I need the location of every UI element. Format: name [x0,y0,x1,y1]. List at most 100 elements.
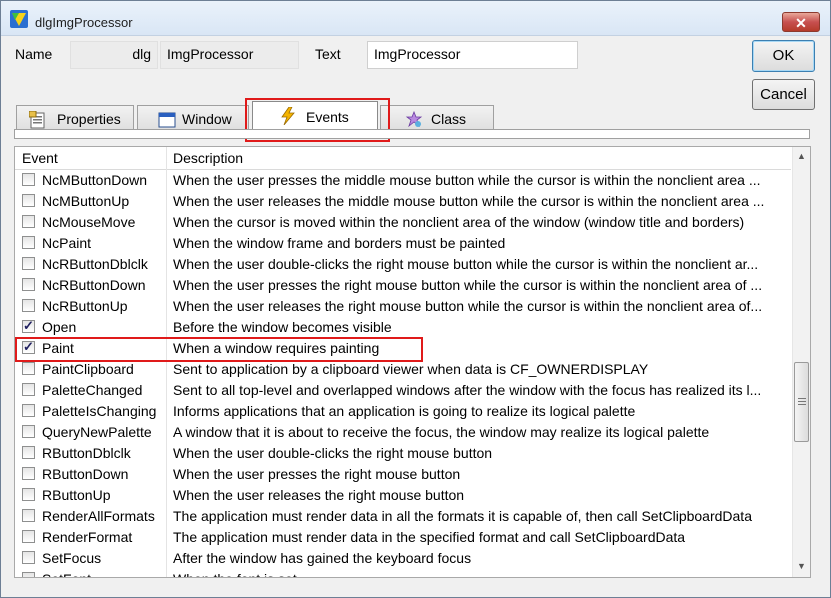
event-description: Sent to all top-level and overlapped win… [173,382,762,398]
event-name: RenderAllFormats [42,508,155,524]
event-name: RButtonDown [42,466,129,482]
name-prefix-field: dlg [70,41,158,69]
event-description: Before the window becomes visible [173,319,392,335]
tab-properties-label: Properties [57,111,121,127]
event-description: A window that it is about to receive the… [173,424,710,440]
table-row[interactable]: RButtonUp When the user releases the righ… [15,485,791,506]
vertical-scrollbar[interactable]: ▲ ▼ [792,147,810,577]
table-row[interactable]: RenderFormat The application must render … [15,527,791,548]
ok-button[interactable]: OK [752,40,815,72]
event-description: When the cursor is moved within the nonc… [173,214,745,230]
event-checkbox[interactable] [22,215,35,228]
table-row[interactable]: QueryNewPalette A window that it is about… [15,422,791,443]
event-description: When the user releases the right mouse b… [173,487,465,503]
event-checkbox[interactable] [22,404,35,417]
event-name: Paint [42,340,74,356]
column-header-event[interactable]: Event [22,150,58,166]
event-description: When the window frame and borders must b… [173,235,506,251]
event-checkbox[interactable] [22,467,35,480]
event-checkbox[interactable]: ✓ [22,339,35,354]
tab-panel-strip [14,129,810,139]
text-value-field[interactable]: ImgProcessor [367,41,578,69]
event-name: PaintClipboard [42,361,134,377]
tab-window-label: Window [182,111,232,127]
event-name: NcMButtonDown [42,172,148,188]
event-checkbox[interactable] [22,173,35,186]
event-name: QueryNewPalette [42,424,152,440]
app-icon [10,10,28,28]
event-checkbox[interactable] [22,572,35,577]
check-icon: ✓ [23,339,34,354]
event-description: The application must render data in the … [173,529,686,545]
event-name: NcMouseMove [42,214,136,230]
table-row[interactable]: NcMButtonUp When the user releases the mi… [15,191,791,212]
name-value-field[interactable]: ImgProcessor [160,41,299,69]
close-button[interactable]: ✕ [782,12,820,32]
event-description: When the font is set [173,571,787,577]
table-row[interactable]: SetFont When the font is set [15,569,791,577]
table-row[interactable]: PaletteIsChanging Informs applications th… [15,401,791,422]
table-row[interactable]: RButtonDblclk When the user double-clicks… [15,443,791,464]
tab-events-label: Events [306,109,349,125]
event-name: NcPaint [42,235,92,251]
table-row[interactable]: PaintClipboard Sent to application by a c… [15,359,791,380]
event-checkbox[interactable] [22,362,35,375]
table-row[interactable]: RButtonDown When the user presses the rig… [15,464,791,485]
event-name: NcRButtonUp [42,298,128,314]
properties-icon [29,111,45,129]
tab-properties[interactable]: Properties [16,105,134,129]
event-checkbox[interactable] [22,488,35,501]
scroll-down-icon[interactable]: ▼ [797,561,806,571]
table-row[interactable]: NcRButtonDblclk When the user double-clic… [15,254,791,275]
event-description: Informs applications that an application… [173,403,636,419]
table-row[interactable]: NcRButtonDown When the user presses the r… [15,275,791,296]
event-checkbox[interactable] [22,236,35,249]
event-checkbox[interactable] [22,446,35,459]
table-row[interactable]: RenderAllFormats The application must ren… [15,506,791,527]
event-checkbox[interactable] [22,383,35,396]
event-checkbox[interactable] [22,551,35,564]
table-row[interactable]: SetFocus After the window has gained the … [15,548,791,569]
event-name: PaletteChanged [42,382,143,398]
event-checkbox[interactable] [22,278,35,291]
tab-window[interactable]: Window [137,105,249,129]
events-grid: Event Description NcMButtonDown When the … [14,146,811,578]
event-name: RenderFormat [42,529,133,545]
table-row[interactable]: NcRButtonUp When the user releases the ri… [15,296,791,317]
scroll-thumb[interactable] [794,362,809,442]
event-checkbox[interactable] [22,299,35,312]
window-icon [158,112,176,128]
tab-events[interactable]: Events [252,101,378,132]
event-description: When the user presses the right mouse bu… [173,466,461,482]
tab-class[interactable]: Class [380,105,494,129]
table-row[interactable]: NcMouseMove When the cursor is moved with… [15,212,791,233]
grid-header: Event Description [15,147,791,170]
event-checkbox[interactable] [22,194,35,207]
grid-rows: NcMButtonDown When the user presses the m… [15,170,791,577]
event-name: RButtonDblclk [42,445,131,461]
table-row[interactable]: NcMButtonDown When the user presses the m… [15,170,791,191]
event-name: NcRButtonDown [42,277,146,293]
event-description: When the user releases the right mouse b… [173,298,763,314]
table-row[interactable]: ✓ Paint When a window requires painting [15,338,791,359]
table-row[interactable]: NcPaint When the window frame and borders… [15,233,791,254]
column-header-description[interactable]: Description [173,150,243,166]
event-description: When the user double-clicks the right mo… [173,256,759,272]
event-checkbox[interactable] [22,425,35,438]
event-checkbox[interactable] [22,530,35,543]
event-name: PaletteIsChanging [42,403,157,419]
title-bar[interactable]: dlgImgProcessor ✕ [1,1,830,36]
scroll-up-icon[interactable]: ▲ [797,151,806,161]
event-description: When a window requires painting [173,340,380,356]
cancel-button[interactable]: Cancel [752,79,815,110]
tab-class-label: Class [431,111,467,127]
event-checkbox[interactable]: ✓ [22,318,35,333]
table-row[interactable]: PaletteChanged Sent to all top-level and … [15,380,791,401]
event-description: When the user releases the middle mouse … [173,193,765,209]
event-description: After the window has gained the keyboard… [173,550,472,566]
event-description: When the user presses the middle mouse b… [173,172,761,188]
event-checkbox[interactable] [22,257,35,270]
event-checkbox[interactable] [22,509,35,522]
table-row[interactable]: ✓ Open Before the window becomes visible [15,317,791,338]
event-name: NcRButtonDblclk [42,256,148,272]
